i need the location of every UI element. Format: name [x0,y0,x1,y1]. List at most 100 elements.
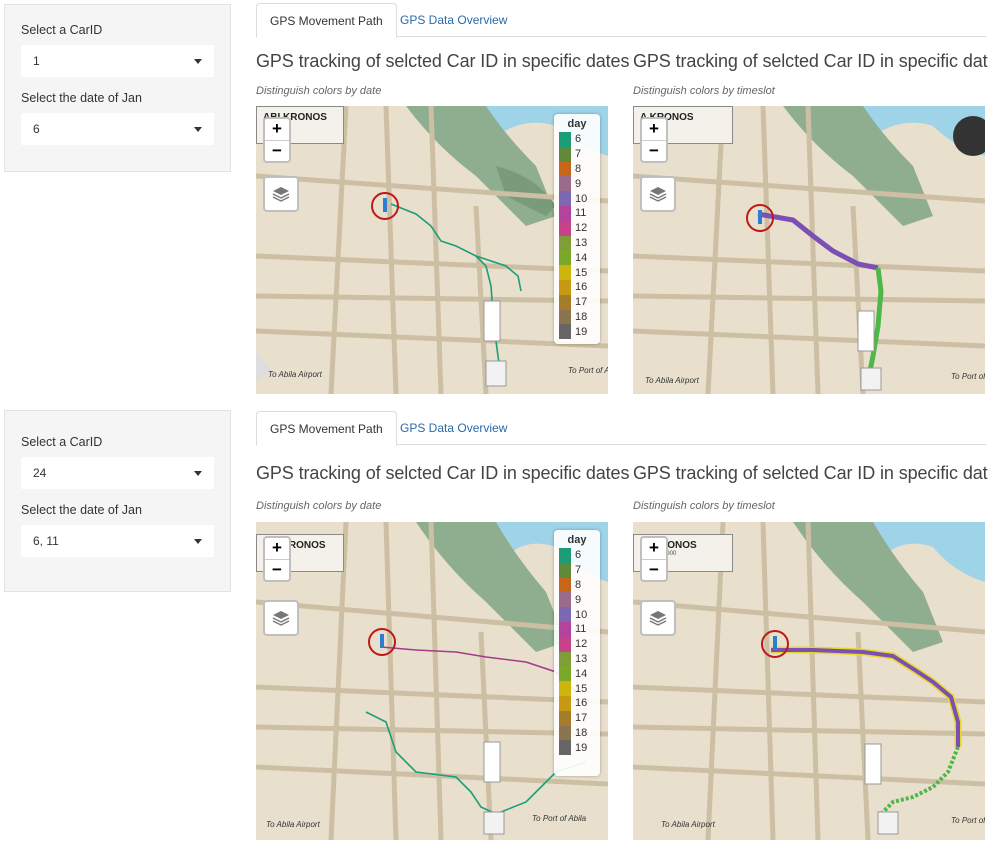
legend-item: 15 [559,265,595,280]
gps-map[interactable]: A KRONOS 213,900 + − To Abila Airport To… [633,106,985,394]
plot-title: GPS tracking of selcted Car ID in specif… [256,463,630,483]
zoom-in-button[interactable]: + [642,538,666,559]
zoom-in-button[interactable]: + [265,119,289,140]
map-label: To Port of Abil [951,372,985,381]
location-pin-icon [383,198,387,212]
zoom-control: + − [640,117,668,163]
legend-item: 12 [559,220,595,236]
legend-swatch [559,250,571,266]
legend-label: 6 [575,133,582,146]
legend-item: 16 [559,279,595,295]
day-legend: day 6 7 8 9 10 11 12 13 14 15 16 17 18 19 [554,114,600,344]
map-label: To Abila Airport [266,820,320,829]
tab-gps-movement-path[interactable]: GPS Movement Path [256,411,397,446]
legend-swatch [559,220,571,236]
legend-swatch [559,607,571,622]
tab-bar: GPS Movement Path GPS Data Overview [256,3,986,38]
legend-swatch [559,562,571,578]
layers-button[interactable] [263,176,299,212]
legend-label: 7 [575,148,582,161]
legend-item: 15 [559,681,595,696]
legend-swatch [559,592,571,608]
map-label: To Abila Airport [661,820,715,829]
legend-swatch [559,651,571,667]
legend-swatch [559,710,571,726]
zoom-out-button[interactable]: − [265,140,289,161]
legend-label: 18 [575,726,588,739]
date-value: 6 [33,122,40,136]
carid-select[interactable]: 1 [21,45,214,77]
carid-value: 24 [33,466,47,480]
layers-icon [649,611,667,626]
legend-swatch [559,666,571,682]
tab-gps-data-overview[interactable]: GPS Data Overview [387,3,520,37]
date-label: Select the date of Jan [21,503,142,517]
legend-label: 14 [575,667,588,680]
layers-icon [649,187,667,202]
legend-label: 8 [575,162,582,175]
legend-item: 17 [559,294,595,310]
legend-item: 11 [559,621,595,637]
legend-label: 11 [575,623,587,636]
date-value: 6, 11 [33,534,59,548]
plot-subtitle: Distinguish colors by date [256,85,382,97]
date-label: Select the date of Jan [21,91,142,105]
legend-label: 13 [575,652,588,665]
legend-label: 19 [575,325,588,338]
legend-item: 7 [559,146,595,162]
legend-swatch [559,695,571,711]
legend-label: 9 [575,593,582,606]
legend-item: 10 [559,607,595,622]
legend-swatch [559,146,571,162]
zoom-out-button[interactable]: − [642,559,666,580]
legend-swatch [559,577,571,593]
legend-swatch [559,191,571,206]
date-select[interactable]: 6 [21,113,214,145]
legend-item: 14 [559,666,595,682]
date-select[interactable]: 6, 11 [21,525,214,557]
caret-down-icon [194,471,202,476]
legend-item: 18 [559,725,595,741]
gps-map[interactable]: A, KRONOS ation 213,900 + − To Abila Air… [633,522,985,840]
zoom-out-button[interactable]: − [265,559,289,580]
map-label: To Port of Abil [568,366,608,375]
gps-map[interactable]: ABI KRONOS 213,900 + − To Abila Airport … [256,106,608,394]
legend-item: 8 [559,161,595,177]
layers-icon [272,187,290,202]
layers-button[interactable] [640,600,676,636]
zoom-in-button[interactable]: + [642,119,666,140]
legend-item: 7 [559,562,595,578]
legend-swatch [559,205,571,221]
legend-label: 15 [575,682,588,695]
tab-gps-movement-path[interactable]: GPS Movement Path [256,3,397,38]
legend-label: 19 [575,741,588,754]
legend-label: 13 [575,236,588,249]
layers-icon [272,611,290,626]
legend-swatch [559,725,571,741]
zoom-out-button[interactable]: − [642,140,666,161]
legend-label: 15 [575,266,588,279]
map-label: To Port of Abil [951,816,985,825]
zoom-control: + − [263,536,291,582]
legend-swatch [559,621,571,637]
legend-label: 12 [575,222,588,235]
gps-map[interactable]: BIL KRONOS 213,900 + − To Abila Airport … [256,522,608,840]
zoom-control: + − [640,536,668,582]
legend-item: 13 [559,235,595,251]
layers-button[interactable] [263,600,299,636]
plot-title: GPS tracking of selcted Car ID in specif… [633,51,988,71]
legend-item: 9 [559,592,595,608]
zoom-in-button[interactable]: + [265,538,289,559]
carid-label: Select a CarID [21,23,103,37]
legend-swatch [559,132,571,147]
legend-swatch [559,681,571,696]
legend-label: 17 [575,296,588,309]
legend-label: 16 [575,697,588,710]
tab-gps-data-overview[interactable]: GPS Data Overview [387,411,520,445]
legend-label: 12 [575,638,588,651]
layers-button[interactable] [640,176,676,212]
carid-select[interactable]: 24 [21,457,214,489]
legend-item: 11 [559,205,595,221]
legend-label: 10 [575,608,588,621]
map-label: To Abila Airport [645,376,699,385]
